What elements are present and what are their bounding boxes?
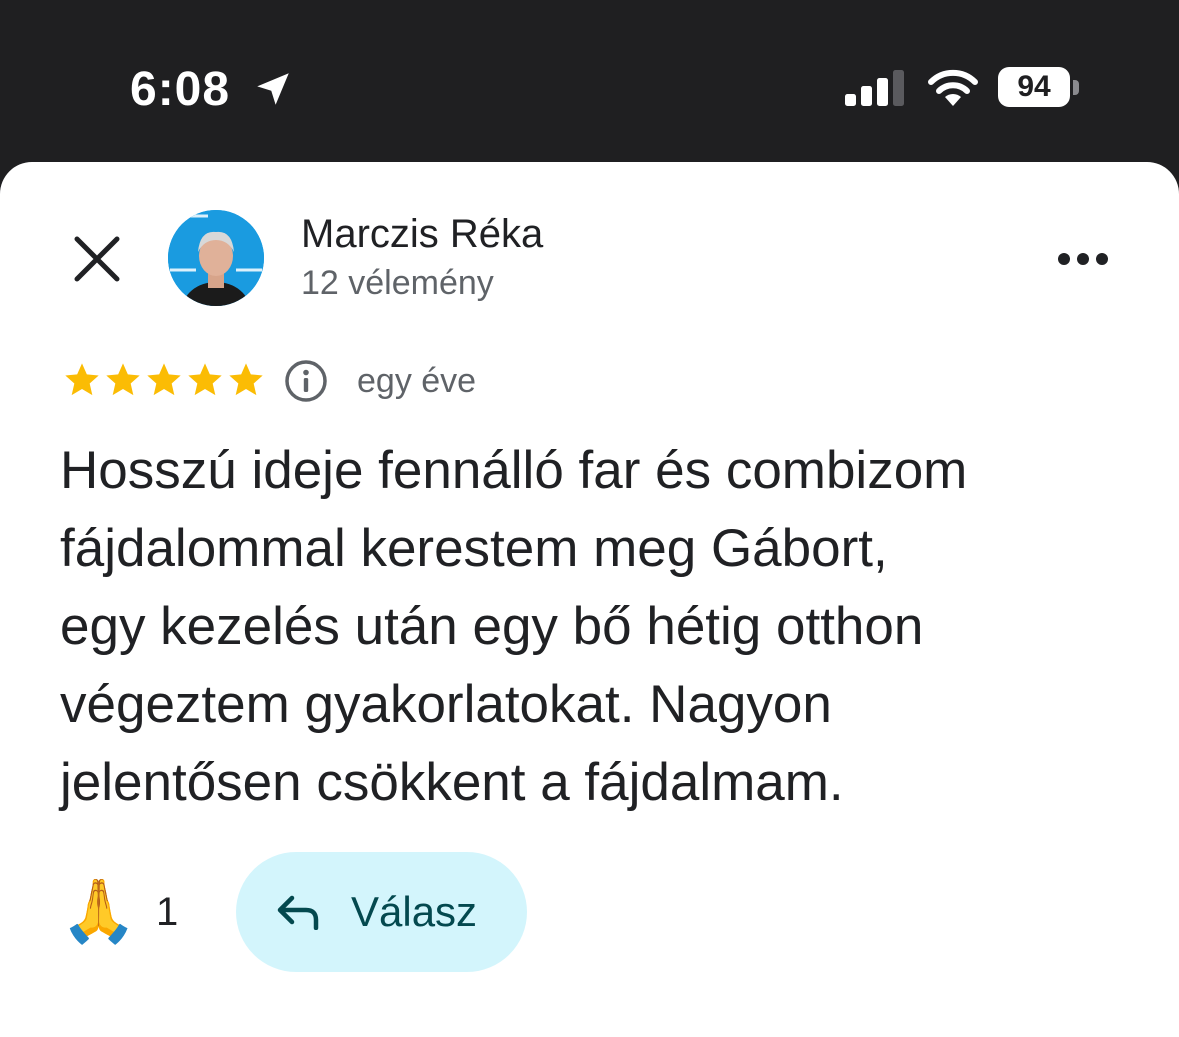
info-icon[interactable] [284, 359, 328, 403]
reply-label: Válasz [351, 888, 478, 935]
avatar[interactable] [168, 210, 264, 306]
star-icon [229, 363, 263, 396]
cellular-signal-icon [845, 70, 904, 106]
author-review-count: 12 vélemény [301, 264, 494, 302]
profile-photo [168, 210, 264, 306]
battery-level: 94 [998, 67, 1070, 107]
status-bar: 6:08 94 [0, 0, 1179, 162]
star-icon [188, 363, 222, 396]
star-rating [62, 360, 266, 404]
reaction-count: 1 [156, 890, 179, 934]
location-arrow-icon [257, 73, 289, 105]
battery-tip [1073, 80, 1079, 95]
reply-arrow-icon [277, 895, 319, 930]
pray-reaction-icon[interactable]: 🙏 [60, 874, 137, 950]
battery-indicator: 94 [998, 67, 1080, 109]
review-sheet: Marczis Réka 12 vélemény egy éve Hosszú … [0, 162, 1179, 1037]
review-text: Hosszú ideje fennálló far és combizom fá… [60, 441, 968, 812]
reply-button[interactable]: Válasz [236, 852, 527, 972]
author-name[interactable]: Marczis Réka [301, 212, 543, 257]
status-time: 6:08 [130, 63, 231, 116]
star-icon [106, 363, 140, 396]
star-icon [147, 363, 181, 396]
star-icon [65, 363, 99, 396]
review-time: egy éve [357, 362, 477, 400]
close-button[interactable] [70, 232, 124, 286]
more-options-icon[interactable] [1052, 244, 1114, 274]
wifi-icon [928, 69, 978, 106]
